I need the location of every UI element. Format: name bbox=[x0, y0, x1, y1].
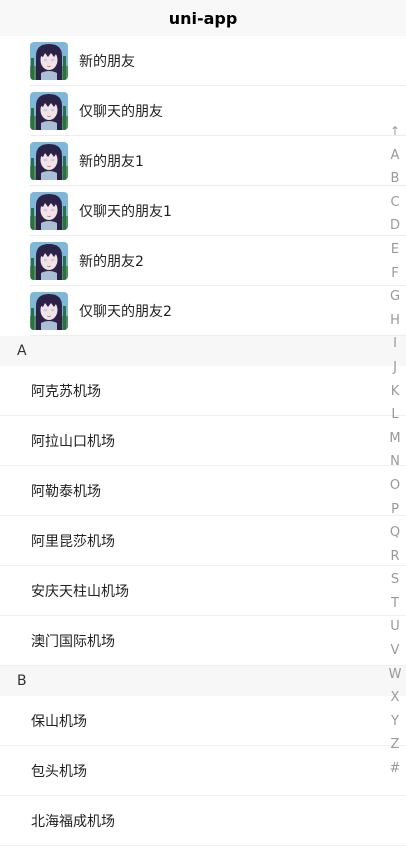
city-row[interactable]: 安庆天柱山机场 bbox=[0, 566, 406, 616]
index-letter-e[interactable]: E bbox=[384, 238, 406, 262]
index-letter-g[interactable]: G bbox=[384, 285, 406, 309]
index-letter-l[interactable]: L bbox=[384, 403, 406, 427]
section-header-b: B bbox=[0, 666, 406, 696]
index-letter-k[interactable]: K bbox=[384, 380, 406, 404]
city-row[interactable]: 阿里昆莎机场 bbox=[0, 516, 406, 566]
city-row[interactable]: 包头机场 bbox=[0, 746, 406, 796]
alphabet-index-bar[interactable]: ↑ A B C D E F G H I J K L M N O P Q R S … bbox=[384, 120, 406, 781]
index-letter-h[interactable]: H bbox=[384, 309, 406, 333]
friend-name: 新的朋友2 bbox=[79, 254, 144, 270]
index-letter-n[interactable]: N bbox=[384, 450, 406, 474]
index-letter-w[interactable]: W bbox=[384, 663, 406, 687]
friend-row-chat-only-friends-1[interactable]: 仅聊天的朋友1 bbox=[0, 186, 406, 236]
city-row[interactable]: 北海福成机场 bbox=[0, 796, 406, 846]
city-row[interactable]: 保山机场 bbox=[0, 696, 406, 746]
navigation-bar: uni-app bbox=[0, 0, 406, 36]
index-letter-p[interactable]: P bbox=[384, 498, 406, 522]
avatar-icon bbox=[30, 192, 68, 230]
city-row[interactable]: 阿克苏机场 bbox=[0, 366, 406, 416]
index-letter-m[interactable]: M bbox=[384, 427, 406, 451]
contact-list[interactable]: 新的朋友 仅聊天的朋友 新的朋友1 仅聊天的朋友1 新的朋友2 仅聊天的朋友2 … bbox=[0, 36, 406, 846]
index-letter-s[interactable]: S bbox=[384, 568, 406, 592]
friend-name: 仅聊天的朋友 bbox=[79, 104, 163, 120]
friend-row-new-friends[interactable]: 新的朋友 bbox=[0, 36, 406, 86]
index-letter-z[interactable]: Z bbox=[384, 733, 406, 757]
index-letter-f[interactable]: F bbox=[384, 262, 406, 286]
friend-row-chat-only-friends[interactable]: 仅聊天的朋友 bbox=[0, 86, 406, 136]
index-letter-u[interactable]: U bbox=[384, 615, 406, 639]
index-top-arrow-icon[interactable]: ↑ bbox=[384, 120, 406, 144]
index-letter-hash[interactable]: # bbox=[384, 757, 406, 781]
index-letter-c[interactable]: C bbox=[384, 191, 406, 215]
friend-name: 新的朋友 bbox=[79, 54, 135, 70]
avatar-icon bbox=[30, 242, 68, 280]
index-letter-q[interactable]: Q bbox=[384, 521, 406, 545]
page-title: uni-app bbox=[168, 8, 238, 28]
friend-row-new-friends-1[interactable]: 新的朋友1 bbox=[0, 136, 406, 186]
index-letter-o[interactable]: O bbox=[384, 474, 406, 498]
index-letter-r[interactable]: R bbox=[384, 545, 406, 569]
friend-name: 仅聊天的朋友2 bbox=[79, 304, 172, 320]
city-row[interactable]: 澳门国际机场 bbox=[0, 616, 406, 666]
index-letter-a[interactable]: A bbox=[384, 144, 406, 168]
section-header-a: A bbox=[0, 336, 406, 366]
avatar-icon bbox=[30, 142, 68, 180]
friend-name: 新的朋友1 bbox=[79, 154, 144, 170]
avatar-icon bbox=[30, 92, 68, 130]
friend-row-chat-only-friends-2[interactable]: 仅聊天的朋友2 bbox=[0, 286, 406, 336]
city-row[interactable]: 阿勒泰机场 bbox=[0, 466, 406, 516]
app-screen: uni-app 新的朋友 仅聊天的朋友 新的朋友1 仅聊天的朋友1 新的朋友2 … bbox=[0, 0, 406, 863]
index-letter-b[interactable]: B bbox=[384, 167, 406, 191]
index-letter-d[interactable]: D bbox=[384, 214, 406, 238]
avatar-icon bbox=[30, 292, 68, 330]
index-letter-i[interactable]: I bbox=[384, 332, 406, 356]
index-letter-v[interactable]: V bbox=[384, 639, 406, 663]
index-letter-j[interactable]: J bbox=[384, 356, 406, 380]
friend-name: 仅聊天的朋友1 bbox=[79, 204, 172, 220]
index-letter-x[interactable]: X bbox=[384, 686, 406, 710]
city-row[interactable]: 阿拉山口机场 bbox=[0, 416, 406, 466]
index-letter-t[interactable]: T bbox=[384, 592, 406, 616]
friend-row-new-friends-2[interactable]: 新的朋友2 bbox=[0, 236, 406, 286]
index-letter-y[interactable]: Y bbox=[384, 710, 406, 734]
avatar-icon bbox=[30, 42, 68, 80]
